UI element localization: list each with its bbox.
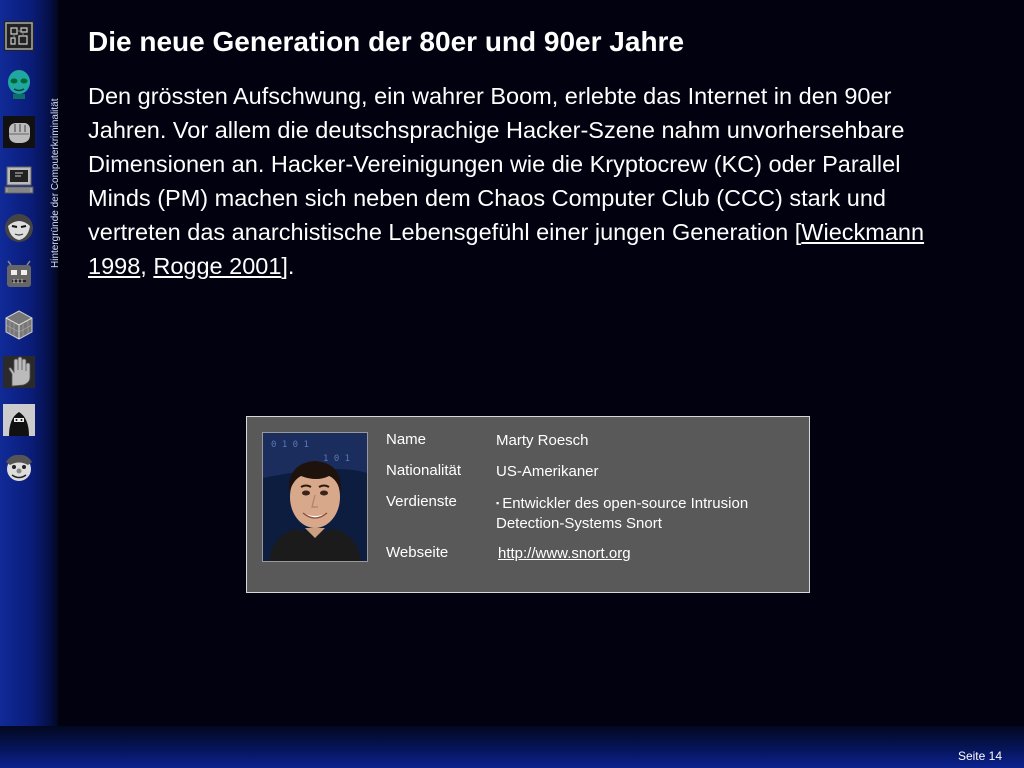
info-value: ▪ Entwickler des open-source Intrusion De… xyxy=(496,493,796,534)
info-label: Nationalität xyxy=(386,462,462,479)
bottom-bar xyxy=(0,726,1024,768)
mask-face-icon[interactable] xyxy=(3,212,35,244)
grid-cube-icon[interactable] xyxy=(3,308,35,340)
reference-link-rogge[interactable]: Rogge 2001 xyxy=(153,253,281,279)
circuit-icon[interactable] xyxy=(3,20,35,52)
fist-icon[interactable] xyxy=(3,116,35,148)
info-value: US-Amerikaner xyxy=(496,463,599,480)
profile-card: 0 1 0 1 1 0 1 Name Marty Roesch National… xyxy=(246,416,810,593)
hand-icon[interactable] xyxy=(3,356,35,388)
body-text-main: Den grössten Aufschwung, ein wahrer Boom… xyxy=(88,83,905,245)
info-label: Webseite xyxy=(386,544,449,561)
nav-icon-column xyxy=(3,20,35,500)
body-text-end: ]. xyxy=(281,253,295,279)
page-number: Seite 14 xyxy=(957,749,1002,763)
slide: Hintergründe der Computerkriminalität Di… xyxy=(0,0,1024,768)
robot-face-icon[interactable] xyxy=(3,260,35,292)
profile-photo: 0 1 0 1 1 0 1 xyxy=(262,432,368,562)
computer-icon[interactable] xyxy=(3,164,35,196)
side-label: Hintergründe der Computerkriminalität xyxy=(50,98,61,268)
svg-text:0 1 0 1: 0 1 0 1 xyxy=(271,440,309,450)
info-label: Verdienste xyxy=(386,493,457,510)
info-label: Name xyxy=(386,431,427,448)
svg-text:1 0 1: 1 0 1 xyxy=(323,454,350,464)
bullet-icon: ▪ xyxy=(496,498,500,508)
body-paragraph: Den grössten Aufschwung, ein wahrer Boom… xyxy=(88,79,958,283)
slide-title: Die neue Generation der 80er und 90er Ja… xyxy=(88,26,685,57)
info-value: Marty Roesch xyxy=(496,432,589,449)
website-link[interactable]: http://www.snort.org xyxy=(498,544,798,564)
clown-face-icon[interactable] xyxy=(3,452,35,484)
alien-face-icon[interactable] xyxy=(3,68,35,100)
merits-text: Entwickler des open-source Intrusion Det… xyxy=(496,495,749,532)
reference-separator: , xyxy=(140,253,154,279)
hooded-figure-icon[interactable] xyxy=(3,404,35,436)
